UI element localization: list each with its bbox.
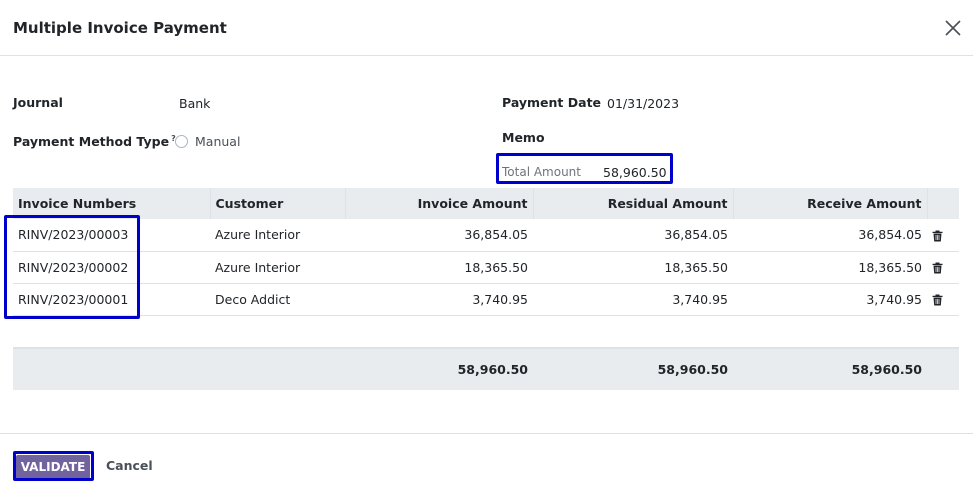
row-actions-cell	[927, 251, 959, 284]
residual-amount-cell[interactable]: 36,854.05	[533, 219, 733, 252]
column-header-customer[interactable]: Customer	[210, 188, 346, 219]
invoice-amount-cell[interactable]: 3,740.95	[345, 283, 533, 316]
dialog-title: Multiple Invoice Payment	[13, 19, 227, 37]
totals-spacer	[13, 348, 210, 390]
cancel-button[interactable]: Cancel	[106, 458, 153, 473]
receive-amount-cell[interactable]: 36,854.05	[733, 219, 927, 252]
receive-amount-cell[interactable]: 3,740.95	[733, 283, 927, 316]
residual-amount-cell[interactable]: 3,740.95	[533, 283, 733, 316]
invoice-numbers-highlight	[4, 215, 140, 319]
journal-field[interactable]: Bank	[179, 96, 210, 111]
empty-cell	[733, 315, 927, 349]
trash-icon[interactable]	[932, 294, 943, 306]
row-actions-cell	[927, 219, 959, 252]
manual-radio[interactable]	[175, 135, 188, 148]
close-icon[interactable]	[944, 19, 962, 37]
table-row[interactable]: RINV/2023/00003 Azure Interior 36,854.05…	[13, 219, 959, 252]
journal-label: Journal	[13, 95, 63, 110]
receive-amount-total: 58,960.50	[733, 348, 927, 390]
trash-icon[interactable]	[932, 230, 943, 242]
empty-cell	[13, 315, 210, 349]
receive-amount-cell[interactable]: 18,365.50	[733, 251, 927, 284]
table-row[interactable]: RINV/2023/00002 Azure Interior 18,365.50…	[13, 251, 959, 284]
empty-cell	[927, 315, 959, 349]
totals-spacer	[210, 348, 345, 390]
invoice-amount-cell[interactable]: 36,854.05	[345, 219, 533, 252]
empty-row	[13, 315, 959, 349]
validate-highlight	[13, 451, 94, 481]
payment-date-field[interactable]: 01/31/2023	[607, 96, 679, 111]
manual-radio-label[interactable]: Manual	[195, 134, 240, 149]
invoice-table: Invoice Numbers Customer Invoice Amount …	[13, 188, 959, 390]
empty-cell	[210, 315, 345, 349]
residual-amount-total: 58,960.50	[533, 348, 733, 390]
multiple-invoice-payment-dialog: Multiple Invoice Payment Journal Bank Pa…	[0, 0, 973, 497]
column-header-invoice-amount[interactable]: Invoice Amount	[345, 188, 534, 219]
total-amount-highlight	[496, 153, 673, 184]
memo-label: Memo	[502, 130, 545, 145]
payment-method-label: Payment Method Type?	[13, 134, 176, 150]
table-header-row: Invoice Numbers Customer Invoice Amount …	[13, 188, 959, 219]
residual-amount-cell[interactable]: 18,365.50	[533, 251, 733, 284]
invoice-amount-cell[interactable]: 18,365.50	[345, 251, 533, 284]
dialog-footer: VALIDATE Cancel	[0, 433, 973, 497]
totals-row: 58,960.50 58,960.50 58,960.50	[13, 348, 959, 390]
table-row[interactable]: RINV/2023/00001 Deco Addict 3,740.95 3,7…	[13, 283, 959, 316]
totals-spacer	[927, 348, 959, 390]
payment-date-label: Payment Date	[502, 95, 602, 110]
invoice-amount-total: 58,960.50	[345, 348, 533, 390]
trash-icon[interactable]	[932, 262, 943, 274]
column-header-receive-amount[interactable]: Receive Amount	[733, 188, 928, 219]
column-header-actions	[927, 188, 959, 219]
empty-cell	[345, 315, 533, 349]
dialog-header: Multiple Invoice Payment	[0, 0, 973, 56]
column-header-residual-amount[interactable]: Residual Amount	[533, 188, 734, 219]
row-actions-cell	[927, 283, 959, 316]
customer-cell[interactable]: Deco Addict	[210, 283, 345, 316]
empty-cell	[533, 315, 733, 349]
customer-cell[interactable]: Azure Interior	[210, 219, 345, 252]
customer-cell[interactable]: Azure Interior	[210, 251, 345, 284]
